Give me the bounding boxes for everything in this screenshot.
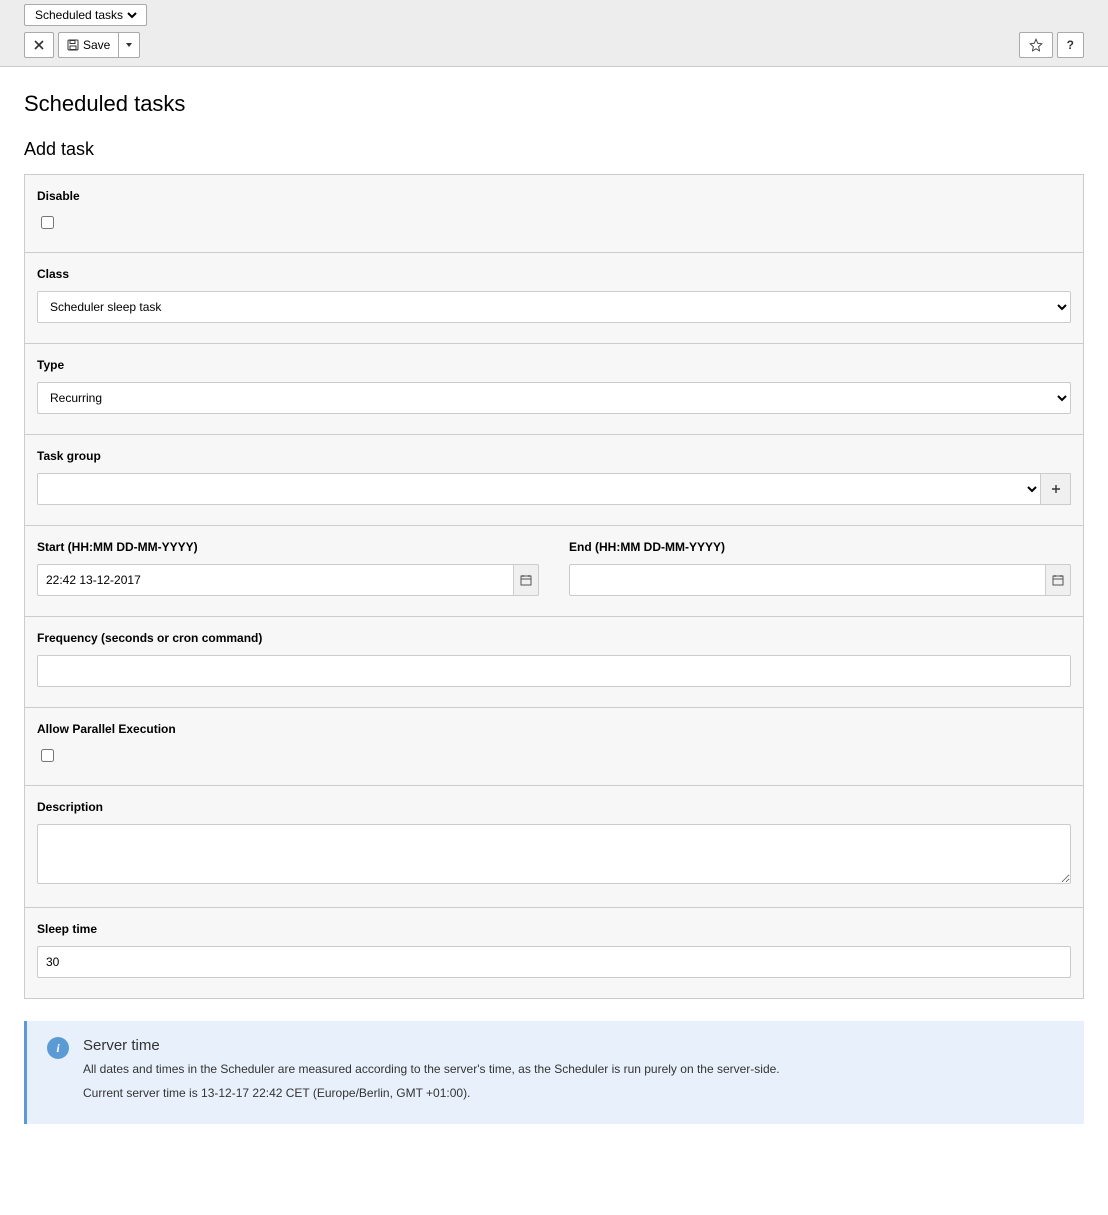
calendar-icon bbox=[520, 574, 532, 586]
label-sleep-time: Sleep time bbox=[37, 922, 1071, 936]
input-start[interactable] bbox=[37, 564, 513, 596]
field-class: Class Scheduler sleep task bbox=[25, 253, 1083, 344]
field-description: Description bbox=[25, 786, 1083, 908]
save-label: Save bbox=[83, 38, 110, 52]
page-subtitle: Add task bbox=[24, 139, 1084, 160]
plus-icon bbox=[1051, 484, 1061, 494]
help-button[interactable]: ? bbox=[1057, 32, 1084, 58]
label-class: Class bbox=[37, 267, 1071, 281]
label-end: End (HH:MM DD-MM-YYYY) bbox=[569, 540, 1071, 554]
form-panel: Disable Class Scheduler sleep task Type … bbox=[24, 174, 1084, 999]
label-task-group: Task group bbox=[37, 449, 1071, 463]
label-description: Description bbox=[37, 800, 1071, 814]
field-type: Type Recurring bbox=[25, 344, 1083, 435]
save-button[interactable]: Save bbox=[58, 32, 119, 58]
save-icon bbox=[67, 39, 79, 51]
save-button-group: Save bbox=[58, 32, 140, 58]
caret-down-icon bbox=[125, 41, 133, 49]
checkbox-disable[interactable] bbox=[41, 216, 54, 229]
label-disable: Disable bbox=[37, 189, 1071, 203]
label-parallel: Allow Parallel Execution bbox=[37, 722, 1071, 736]
label-type: Type bbox=[37, 358, 1071, 372]
calendar-start-button[interactable] bbox=[513, 564, 539, 596]
save-dropdown-button[interactable] bbox=[119, 32, 140, 58]
input-frequency[interactable] bbox=[37, 655, 1071, 687]
callout-line2: Current server time is 13-12-17 22:42 CE… bbox=[83, 1084, 780, 1102]
callout-line1: All dates and times in the Scheduler are… bbox=[83, 1060, 780, 1078]
calendar-icon bbox=[1052, 574, 1064, 586]
label-start: Start (HH:MM DD-MM-YYYY) bbox=[37, 540, 539, 554]
select-type[interactable]: Recurring bbox=[37, 382, 1071, 414]
checkbox-parallel[interactable] bbox=[41, 749, 54, 762]
server-time-callout: i Server time All dates and times in the… bbox=[24, 1021, 1084, 1124]
input-sleep-time[interactable] bbox=[37, 946, 1071, 978]
select-task-group[interactable] bbox=[37, 473, 1041, 505]
input-end[interactable] bbox=[569, 564, 1045, 596]
add-task-group-button[interactable] bbox=[1041, 473, 1071, 505]
topbar: Scheduled tasks Save bbox=[0, 0, 1108, 67]
textarea-description[interactable] bbox=[37, 824, 1071, 884]
info-icon: i bbox=[47, 1037, 69, 1059]
close-button[interactable] bbox=[24, 32, 54, 58]
close-icon bbox=[34, 40, 44, 50]
content: Scheduled tasks Add task Disable Class S… bbox=[0, 67, 1108, 1154]
callout-title: Server time bbox=[83, 1037, 780, 1054]
field-disable: Disable bbox=[25, 175, 1083, 253]
field-start-end: Start (HH:MM DD-MM-YYYY) End (HH:MM DD-M… bbox=[25, 526, 1083, 617]
bookmark-button[interactable] bbox=[1019, 32, 1053, 58]
field-frequency: Frequency (seconds or cron command) bbox=[25, 617, 1083, 708]
field-parallel: Allow Parallel Execution bbox=[25, 708, 1083, 786]
help-icon: ? bbox=[1067, 38, 1074, 52]
field-task-group: Task group bbox=[25, 435, 1083, 526]
module-menu-wrapper: Scheduled tasks bbox=[24, 4, 147, 26]
star-icon bbox=[1029, 38, 1043, 52]
label-frequency: Frequency (seconds or cron command) bbox=[37, 631, 1071, 645]
page-title: Scheduled tasks bbox=[24, 91, 1084, 117]
field-sleep-time: Sleep time bbox=[25, 908, 1083, 998]
calendar-end-button[interactable] bbox=[1045, 564, 1071, 596]
select-class[interactable]: Scheduler sleep task bbox=[37, 291, 1071, 323]
module-menu[interactable]: Scheduled tasks bbox=[31, 7, 140, 23]
